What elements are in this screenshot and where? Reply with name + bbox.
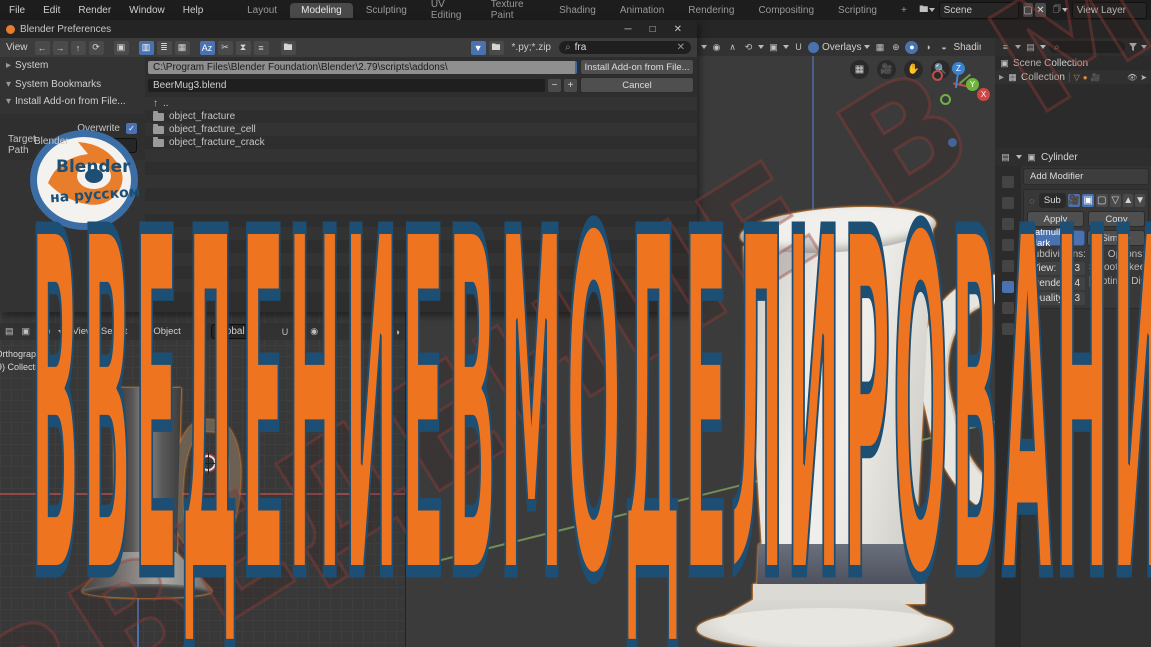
gizmos-icon[interactable] — [808, 41, 819, 53]
thumbnail-view-icon[interactable]: ▦ — [174, 40, 190, 55]
sidebar-item-install-addon[interactable]: ▾ Install Add-on from File... — [0, 93, 145, 110]
filebrowser-toolbar: View ← → ↑ ⟳ ▣ ▥ ≣ ▦ Az ✂ ⧗ ≡ 🖿 ▼ 🖿 *.py… — [0, 38, 697, 57]
hidden-files-icon[interactable]: 🖿 — [280, 40, 296, 55]
tab-scripting[interactable]: Scripting — [827, 3, 888, 18]
tab-shading[interactable]: Shading — [548, 3, 607, 18]
sort-time-icon[interactable]: ⧗ — [235, 40, 251, 55]
falloff-icon[interactable]: ∧ — [726, 41, 739, 54]
directory-path-field[interactable]: C:\Program Files\Blender Foundation\Blen… — [148, 60, 577, 74]
sort-extension-icon[interactable]: ✂ — [217, 40, 233, 55]
title-word: В — [447, 131, 500, 647]
title-word: ВВЕДЕНИЕ — [30, 131, 448, 647]
filename-field[interactable]: BeerMug3.blend — [148, 78, 545, 92]
clear-search-icon[interactable]: ✕ — [677, 42, 685, 53]
sidebar-item-system-bookmarks[interactable]: ▾ System Bookmarks — [0, 76, 145, 93]
edit-menu[interactable]: Edit — [34, 5, 69, 16]
maximize-button[interactable]: □ — [641, 24, 665, 35]
refresh-icon[interactable]: ⟳ — [88, 40, 104, 55]
view-menu[interactable]: View — [6, 42, 28, 53]
increment-filename-button[interactable]: + — [564, 78, 577, 92]
add-workspace-button[interactable]: + — [890, 3, 918, 18]
close-button[interactable]: ✕ — [665, 24, 691, 35]
title-word: МОДЕЛИРОВАНИЕ. — [498, 131, 1151, 647]
back-icon[interactable]: ← — [34, 40, 50, 55]
minimize-button[interactable]: ─ — [615, 24, 640, 35]
magnet-icon[interactable]: U — [792, 41, 805, 54]
chevron-down-icon[interactable] — [783, 45, 789, 49]
window-menu[interactable]: Window — [120, 5, 174, 16]
chevron-down-icon[interactable] — [701, 45, 707, 49]
parent-dir-icon[interactable]: ↑ — [70, 40, 86, 55]
decrement-filename-button[interactable]: − — [548, 78, 561, 92]
file-search-input[interactable]: ⌕ fra ✕ — [559, 41, 691, 54]
file-row[interactable]: object_fracture — [145, 110, 697, 123]
list-view-icon[interactable]: ▥ — [138, 40, 154, 55]
tab-animation[interactable]: Animation — [609, 3, 675, 18]
new-folder-icon[interactable]: ▣ — [113, 40, 129, 55]
sort-size-icon[interactable]: ≡ — [253, 40, 269, 55]
chevron-down-icon[interactable] — [758, 45, 764, 49]
sidebar-item-system[interactable]: ▸ System — [0, 57, 145, 74]
forward-icon[interactable]: → — [52, 40, 68, 55]
file-menu[interactable]: File — [0, 5, 34, 16]
video-title-overlay: ВВЕДЕНИЕ В МОДЕЛИРОВАНИЕ. — [0, 131, 1151, 647]
extension-filter-label: *.py;*.zip — [511, 42, 551, 53]
blender-screenshot: ◉ ∧ ⟲ ▣ U Overlays ▦ ⊕ ● ◑ ◒ Shading ▦ 🎥… — [0, 0, 1151, 647]
preferences-titlebar[interactable]: Blender Preferences ─ □ ✕ — [0, 20, 697, 38]
chevron-down-icon[interactable] — [864, 45, 871, 49]
tab-compositing[interactable]: Compositing — [747, 3, 825, 18]
install-addon-button[interactable]: Install Add-on from File... — [580, 59, 694, 75]
overlays-dropdown[interactable]: Overlays — [822, 42, 861, 53]
render-menu[interactable]: Render — [69, 5, 120, 16]
blender-app-icon — [6, 24, 15, 34]
scene-icon[interactable]: 🖿 — [919, 4, 929, 17]
tab-layout[interactable]: Layout — [236, 3, 288, 18]
window-title: Blender Preferences — [20, 23, 112, 35]
proportional-editing-icon[interactable]: ◉ — [710, 41, 723, 54]
detail-view-icon[interactable]: ≣ — [156, 40, 172, 55]
folder-icon — [153, 110, 164, 121]
tab-modeling[interactable]: Modeling — [290, 2, 353, 18]
filter-funnel-icon[interactable]: ▼ — [470, 40, 486, 55]
help-menu[interactable]: Help — [174, 5, 213, 16]
chevron-down-icon — [928, 8, 935, 12]
parent-dir-row[interactable]: ↑.. — [145, 97, 697, 110]
folder-filter-icon[interactable]: 🖿 — [488, 40, 504, 55]
transform-pivot-icon[interactable]: ⟲ — [742, 41, 755, 54]
tab-rendering[interactable]: Rendering — [677, 3, 745, 18]
snap-target-icon[interactable]: ▣ — [767, 41, 780, 54]
cancel-button[interactable]: Cancel — [580, 77, 694, 93]
sort-alpha-icon[interactable]: Az — [199, 40, 215, 55]
tab-sculpting[interactable]: Sculpting — [355, 3, 418, 18]
